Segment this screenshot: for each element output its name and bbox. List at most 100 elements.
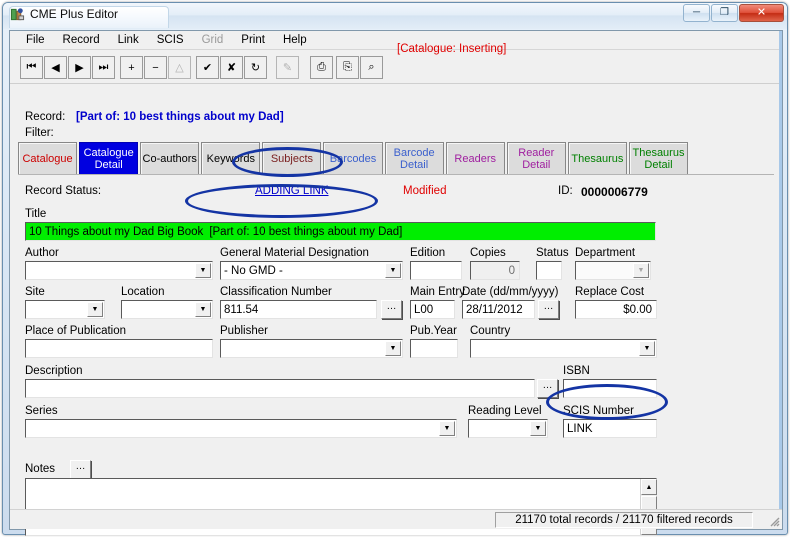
tab-label: Subjects <box>270 153 314 165</box>
replace-cost-input[interactable]: $0.00 <box>575 300 657 319</box>
print-button[interactable]: ⎙ <box>310 56 333 79</box>
menu-item-help[interactable]: Help <box>274 32 316 48</box>
menu-item-scis[interactable]: SCIS <box>148 32 193 48</box>
tab-barcode-detail[interactable]: Barcode Detail <box>384 142 444 175</box>
reading-level-input[interactable]: ▼ <box>468 419 548 438</box>
place-of-publication-input[interactable] <box>25 339 213 358</box>
tab-barcodes[interactable]: Barcodes <box>323 142 383 175</box>
last-record-button[interactable]: ⏭ <box>92 56 115 79</box>
form-vertical-scroll-strip[interactable] <box>779 31 782 529</box>
chevron-down-icon[interactable]: ▼ <box>385 263 401 278</box>
description-browse-button[interactable]: … <box>537 379 558 398</box>
title-input[interactable]: 10 Things about my Dad Big Book [Part of… <box>25 222 656 241</box>
isbn-label: ISBN <box>563 365 590 377</box>
maximize-button[interactable]: ❐ <box>711 4 738 22</box>
chevron-down-icon[interactable]: ▼ <box>195 263 211 278</box>
tab-catalogue-detail[interactable]: Catalogue Detail <box>79 142 139 175</box>
chevron-down-icon[interactable]: ▼ <box>639 341 655 356</box>
classification-number-browse-button[interactable]: … <box>381 300 402 319</box>
series-label: Series <box>25 405 58 417</box>
publisher-input[interactable]: ▼ <box>220 339 403 358</box>
tab-label: Reader <box>518 147 555 159</box>
date-input[interactable]: 28/11/2012 <box>462 300 535 319</box>
minimize-icon: ─ <box>692 7 701 18</box>
tab-keywords[interactable]: Keywords <box>201 142 261 175</box>
place-of-publication-label: Place of Publication <box>25 325 127 337</box>
menu-item-record[interactable]: Record <box>54 32 109 48</box>
isbn-input[interactable] <box>563 379 657 398</box>
location-input[interactable]: ▼ <box>121 300 213 319</box>
title-value-part-of: [Part of: 10 best things about my Dad] <box>209 225 403 238</box>
print-preview-button[interactable]: ⌕ <box>360 56 383 79</box>
tab-label: Catalogue <box>83 147 134 159</box>
copies-label: Copies <box>470 247 506 259</box>
menu-item-print[interactable]: Print <box>232 32 274 48</box>
tab-label: Barcodes <box>329 153 377 165</box>
location-label: Location <box>121 286 165 298</box>
chevron-down-icon[interactable]: ▼ <box>439 421 455 436</box>
record-label: Record: <box>25 111 66 123</box>
status-input[interactable] <box>536 261 562 280</box>
publisher-label: Publisher <box>220 325 268 337</box>
tab-label: Keywords <box>206 153 255 165</box>
maximize-icon: ❐ <box>720 7 729 18</box>
delete-record-button[interactable]: − <box>144 56 167 79</box>
chevron-down-icon[interactable]: ▼ <box>385 341 401 356</box>
tab-co-authors[interactable]: Co-authors <box>140 142 200 175</box>
status-label: Status <box>536 247 569 259</box>
next-record-button[interactable]: ▶ <box>68 56 91 79</box>
menu-item-link[interactable]: Link <box>109 32 148 48</box>
modified-status: Modified <box>403 185 447 197</box>
chevron-down-icon[interactable]: ▼ <box>87 302 103 317</box>
tab-thesaurus-detail[interactable]: Thesaurus Detail <box>628 142 689 175</box>
classification-number-input[interactable]: 811.54 <box>220 300 377 319</box>
window-frame: CME Plus Editor ─ ❐ ✕ File Record Link S… <box>2 2 788 536</box>
author-input[interactable]: ▼ <box>25 261 213 280</box>
print-report-button[interactable]: ⎘ <box>336 56 359 79</box>
series-input[interactable]: ▼ <box>25 419 457 438</box>
edit-record-button: △ <box>168 56 191 79</box>
cancel-edit-button[interactable]: ✘ <box>220 56 243 79</box>
title-label: Title <box>25 208 47 220</box>
close-icon: ✕ <box>756 6 767 19</box>
chevron-down-icon[interactable]: ▼ <box>530 421 546 436</box>
export-button: ✎ <box>276 56 299 79</box>
tab-readers[interactable]: Readers <box>445 142 505 175</box>
description-label: Description <box>25 365 83 377</box>
previous-record-button[interactable]: ◀ <box>44 56 67 79</box>
first-record-button[interactable]: ⏮ <box>20 56 43 79</box>
filter-label: Filter: <box>25 127 54 139</box>
menu-item-file[interactable]: File <box>17 32 54 48</box>
copies-input: 0 <box>470 261 520 280</box>
edition-input[interactable] <box>410 261 462 280</box>
gmd-value: - No GMD - <box>224 264 283 277</box>
gmd-input[interactable]: - No GMD - ▼ <box>220 261 403 280</box>
pub-year-input[interactable] <box>410 339 458 358</box>
site-input[interactable]: ▼ <box>25 300 105 319</box>
tab-label-2: Detail <box>94 159 123 171</box>
classification-number-label: Classification Number <box>220 286 332 298</box>
refresh-button[interactable]: ↻ <box>244 56 267 79</box>
date-picker-button[interactable]: … <box>538 300 559 319</box>
description-input[interactable] <box>25 379 535 398</box>
tab-label-2: Detail <box>400 159 429 171</box>
insert-record-button[interactable]: + <box>120 56 143 79</box>
tab-catalogue[interactable]: Catalogue <box>18 142 78 175</box>
tab-label: Readers <box>454 153 496 165</box>
main-entry-input[interactable]: L00 <box>410 300 455 319</box>
chevron-down-icon: ▼ <box>633 263 649 278</box>
notes-browse-button[interactable]: … <box>70 460 91 479</box>
title-value-left: 10 Things about my Dad Big Book <box>29 225 204 238</box>
pub-year-label: Pub.Year <box>410 325 457 337</box>
post-edit-button[interactable]: ✔ <box>196 56 219 79</box>
country-input[interactable]: ▼ <box>470 339 657 358</box>
scroll-up-icon[interactable]: ▲ <box>641 479 657 495</box>
resize-grip-icon[interactable] <box>767 514 780 527</box>
tab-reader-detail[interactable]: Reader Detail <box>506 142 566 175</box>
tab-subjects[interactable]: Subjects <box>262 142 322 175</box>
tab-thesaurus[interactable]: Thesaurus <box>567 142 627 175</box>
chevron-down-icon[interactable]: ▼ <box>195 302 211 317</box>
close-button[interactable]: ✕ <box>739 4 784 22</box>
minimize-button[interactable]: ─ <box>683 4 710 22</box>
scis-number-input[interactable]: LINK <box>563 419 657 438</box>
